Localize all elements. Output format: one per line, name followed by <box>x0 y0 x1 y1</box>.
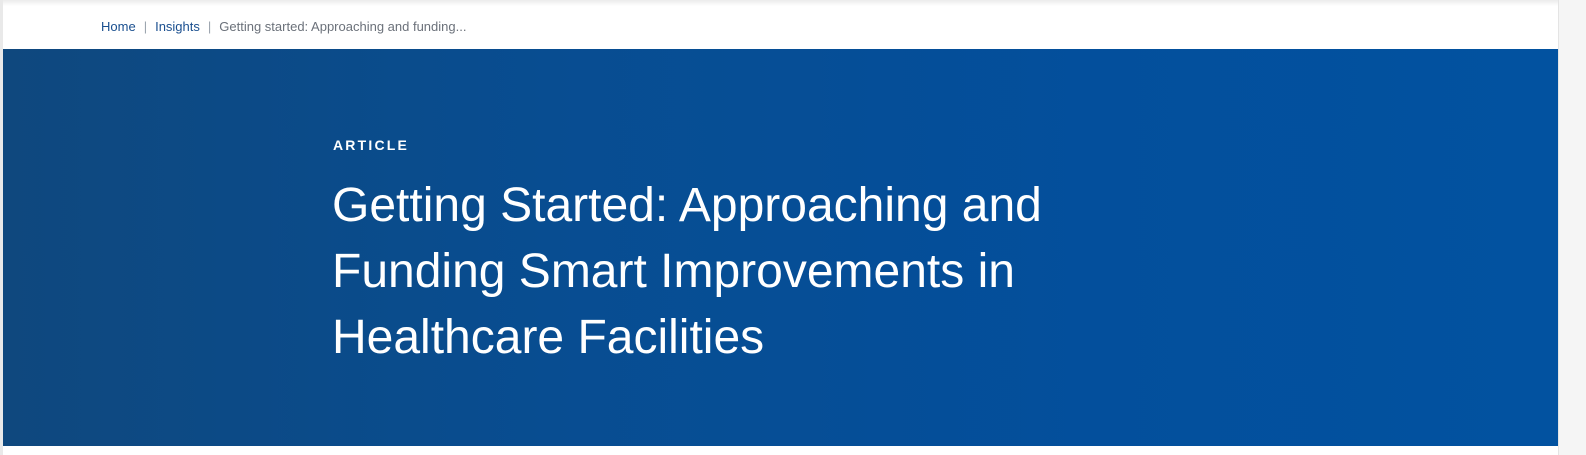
page-frame: Home | Insights | Getting started: Appro… <box>0 0 1586 455</box>
breadcrumb-separator: | <box>207 18 212 34</box>
hero-banner: ARTICLE Getting Started: Approaching and… <box>3 49 1558 446</box>
scrollbar-track[interactable] <box>1558 0 1586 455</box>
article-type-label: ARTICLE <box>333 137 410 153</box>
breadcrumb-current-page: Getting started: Approaching and funding… <box>219 18 467 34</box>
top-shadow <box>0 0 1586 6</box>
breadcrumb-home-link[interactable]: Home <box>101 19 136 34</box>
page-title: Getting Started: Approaching and Funding… <box>332 179 1042 364</box>
breadcrumb-separator: | <box>143 18 148 34</box>
breadcrumb: Home | Insights | Getting started: Appro… <box>101 17 466 35</box>
breadcrumb-insights-link[interactable]: Insights <box>155 19 200 34</box>
content-start-strip <box>3 446 1558 455</box>
